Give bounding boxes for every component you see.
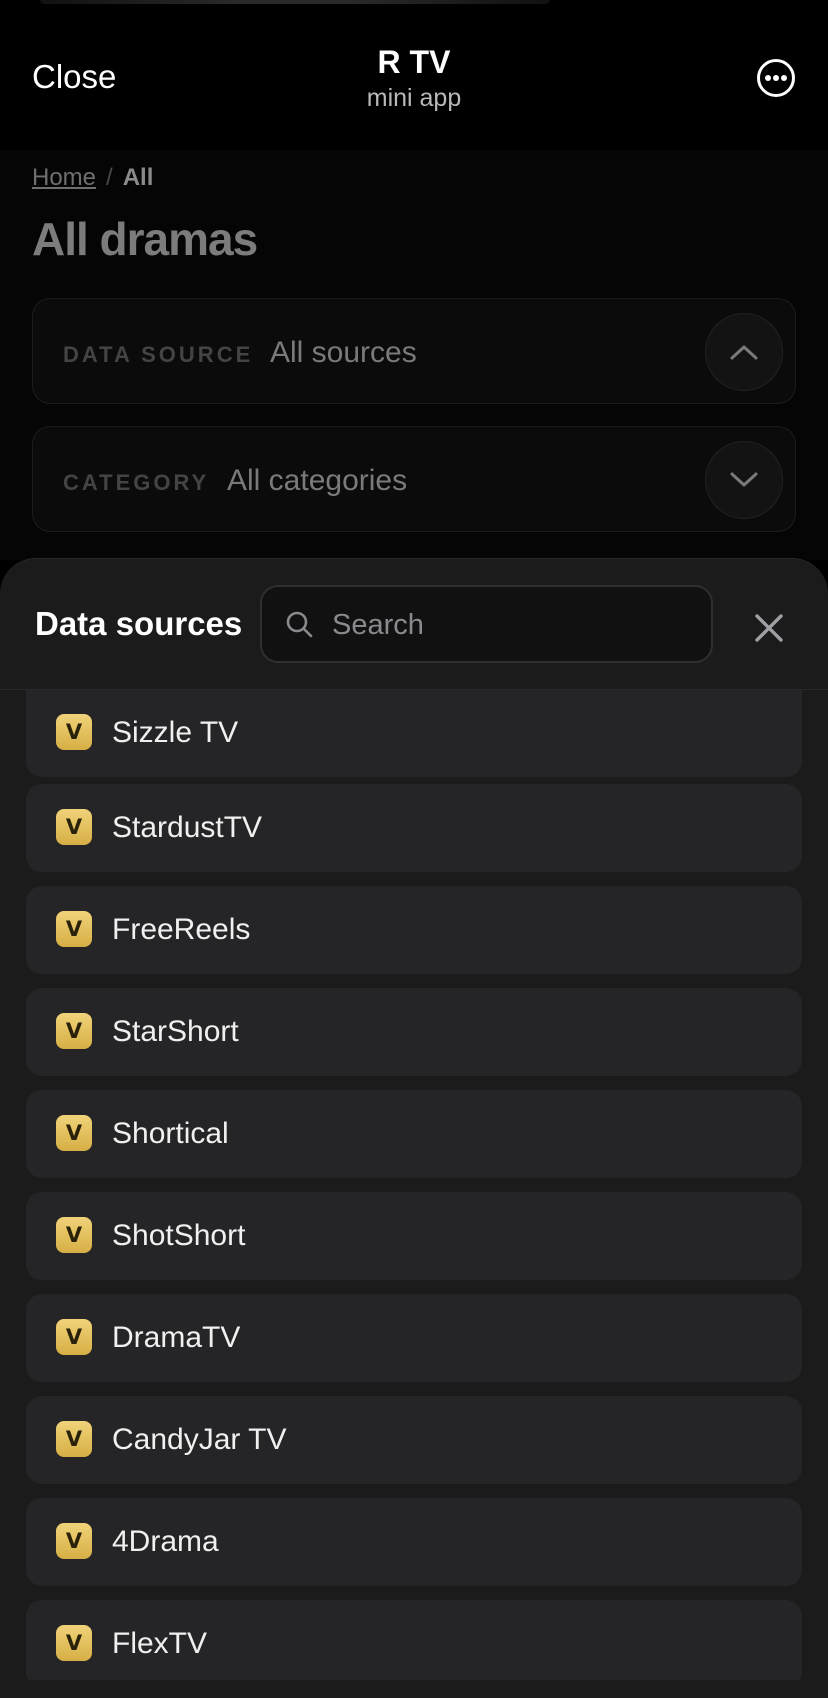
list-item[interactable]: V 4Drama <box>26 1498 802 1586</box>
list-item-label: Shortical <box>112 1117 229 1150</box>
search-icon <box>286 611 313 638</box>
list-item[interactable]: V StarShort <box>26 988 802 1076</box>
breadcrumb-separator: / <box>106 164 113 191</box>
data-sources-list: V Sizzle TV V StardustTV V FreeReels V S… <box>0 690 828 1680</box>
list-item[interactable]: V ShotShort <box>26 1192 802 1280</box>
list-item[interactable]: V Shortical <box>26 1090 802 1178</box>
app-subtitle: mini app <box>366 84 462 112</box>
list-item[interactable]: V StardustTV <box>26 784 802 872</box>
list-item[interactable]: V FreeReels <box>26 886 802 974</box>
data-source-filter[interactable]: DATA SOURCE All sources <box>32 298 796 404</box>
list-item[interactable]: V Sizzle TV <box>26 690 802 777</box>
more-horizontal-icon <box>765 75 787 81</box>
filter-label: CATEGORY <box>63 470 210 495</box>
more-options-button[interactable] <box>757 59 795 97</box>
chevron-up-icon <box>730 345 758 360</box>
list-item-label: FlexTV <box>112 1627 208 1660</box>
list-item-label: DramaTV <box>112 1321 241 1354</box>
chevron-down-icon <box>730 472 758 487</box>
filter-toggle-button[interactable] <box>705 441 783 519</box>
category-filter[interactable]: CATEGORY All categories <box>32 426 796 532</box>
search-input[interactable] <box>330 601 694 649</box>
page-title: All dramas <box>32 213 258 265</box>
vip-badge-icon: V <box>56 1217 92 1253</box>
app-header: Close R TV mini app <box>0 0 828 150</box>
list-item[interactable]: V DramaTV <box>26 1294 802 1382</box>
vip-badge-icon: V <box>56 911 92 947</box>
filter-value: All sources <box>270 336 417 369</box>
vip-badge-icon: V <box>56 1523 92 1559</box>
list-item-label: CandyJar TV <box>112 1423 287 1456</box>
breadcrumb-current: All <box>122 164 154 191</box>
filter-toggle-button[interactable] <box>705 313 783 391</box>
list-item-label: StarShort <box>112 1015 239 1048</box>
vip-badge-icon: V <box>56 1421 92 1457</box>
list-item[interactable]: V FlexTV <box>26 1600 802 1680</box>
vip-badge-icon: V <box>56 1625 92 1661</box>
sheet-title: Data sources <box>35 605 243 642</box>
search-box[interactable] <box>260 585 713 663</box>
breadcrumb: Home / All <box>32 164 153 192</box>
app-title: R TV <box>377 44 451 80</box>
filter-label: DATA SOURCE <box>63 342 254 367</box>
sheet-header: Data sources <box>0 559 828 690</box>
vip-badge-icon: V <box>56 714 92 750</box>
list-item[interactable]: V CandyJar TV <box>26 1396 802 1484</box>
vip-badge-icon: V <box>56 1115 92 1151</box>
list-item-label: ShotShort <box>112 1219 246 1252</box>
vip-badge-icon: V <box>56 1013 92 1049</box>
page-content: Home / All All dramas DATA SOURCE All sour… <box>0 150 828 560</box>
vip-badge-icon: V <box>56 1319 92 1355</box>
list-item-label: StardustTV <box>112 811 263 844</box>
list-item-label: Sizzle TV <box>112 716 239 749</box>
filter-value: All categories <box>227 464 408 497</box>
data-sources-sheet: Data sources V Sizzle TV V StardustTV V … <box>0 558 828 1698</box>
close-icon[interactable] <box>752 611 786 645</box>
list-item-label: FreeReels <box>112 913 251 946</box>
breadcrumb-home-link[interactable]: Home <box>32 164 96 191</box>
vip-badge-icon: V <box>56 809 92 845</box>
list-item-label: 4Drama <box>112 1525 219 1558</box>
